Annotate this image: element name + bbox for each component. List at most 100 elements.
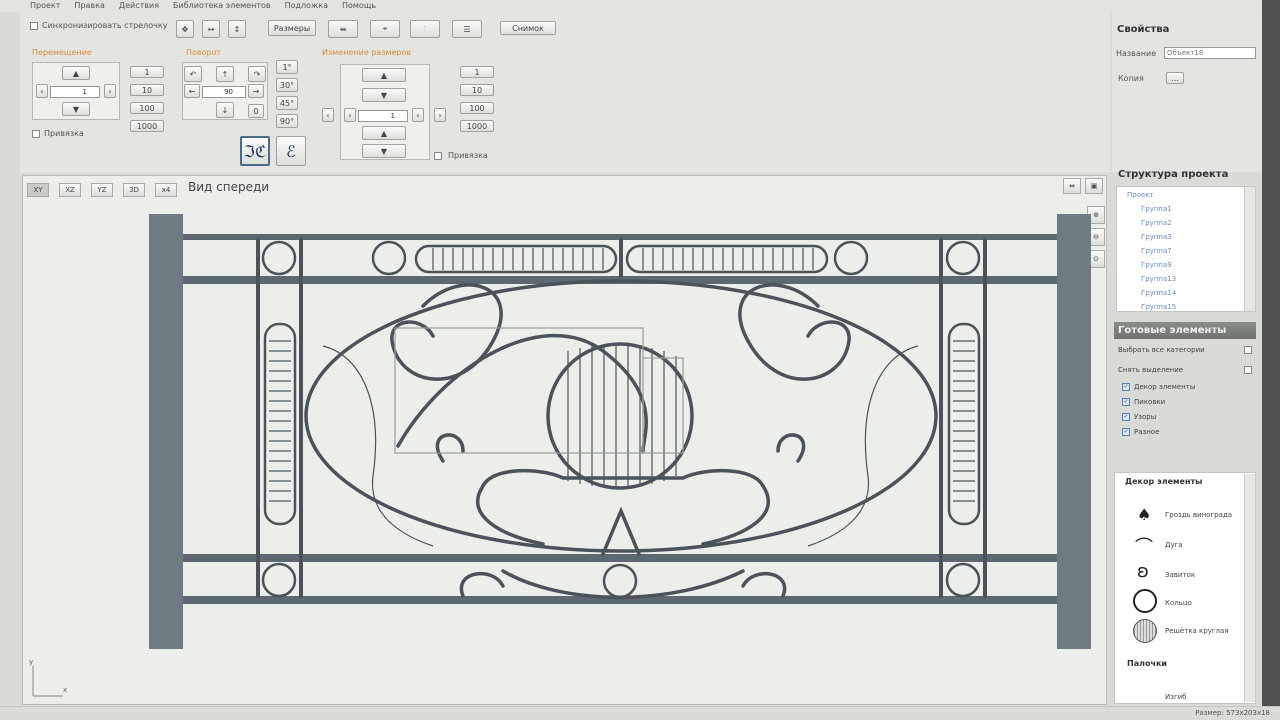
library-item-grape[interactable]: Гроздь винограда: [1165, 511, 1232, 519]
toolbar: Синхронизировать стрелочку ✥ ↔ ↕ Размеры…: [20, 12, 1110, 172]
align-icon[interactable]: ⌖: [370, 20, 400, 38]
tree-item[interactable]: Группа1: [1127, 202, 1255, 216]
grape-icon[interactable]: ♠: [1137, 505, 1151, 524]
move-snap-checkbox[interactable]: [32, 130, 40, 138]
resize-up-top-button[interactable]: ▲: [362, 68, 406, 82]
resize-step-100[interactable]: 100: [460, 102, 494, 114]
move-step-1[interactable]: 1: [130, 66, 164, 78]
menu-actions[interactable]: Действия: [119, 0, 159, 12]
move-step-input[interactable]: 1: [50, 86, 100, 98]
tree-item[interactable]: Группа7: [1127, 244, 1255, 258]
library-item-ring[interactable]: Кольцо: [1165, 599, 1192, 607]
copy-label: Копия: [1118, 74, 1144, 83]
clear-selection-label[interactable]: Снять выделение: [1118, 366, 1183, 374]
round-grate-icon[interactable]: [1133, 619, 1157, 643]
move-group-label: Перемещение: [32, 48, 92, 57]
ring-icon[interactable]: [1133, 589, 1157, 613]
tree-scrollbar[interactable]: [1244, 187, 1255, 311]
library-scrollbar[interactable]: [1244, 474, 1255, 702]
resize-up-bottom-button[interactable]: ▲: [362, 126, 406, 140]
move-step-1000[interactable]: 1000: [130, 120, 164, 132]
mirror-vertical-icon[interactable]: ℰ: [276, 136, 306, 166]
list-icon[interactable]: ☰: [452, 20, 482, 38]
move-step-100[interactable]: 100: [130, 102, 164, 114]
tree-item[interactable]: Группа14: [1127, 286, 1255, 300]
rotate-cw-icon[interactable]: ↷: [248, 66, 266, 82]
move-left-button[interactable]: ‹: [36, 84, 48, 98]
clear-selection-checkbox[interactable]: [1244, 366, 1252, 374]
angle-90-button[interactable]: 90°: [276, 114, 298, 128]
resize-step-1[interactable]: 1: [460, 66, 494, 78]
dimension-icon[interactable]: ⇹: [328, 20, 358, 38]
rotate-zero-button[interactable]: 0: [248, 104, 264, 118]
category-spikes[interactable]: ✓ Пиковки: [1122, 398, 1165, 406]
rotate-down-icon[interactable]: ↓: [216, 102, 234, 118]
rotate-left-icon[interactable]: ←: [184, 84, 200, 98]
tree-item[interactable]: Группа3: [1127, 230, 1255, 244]
arc-icon[interactable]: ⌒: [1135, 533, 1153, 559]
drawing-viewport[interactable]: XY XZ YZ 3D x4 Вид спереди ⇹ ▣ ⊕ ⊖ ⊙ y x: [22, 175, 1107, 705]
rotate-right-icon[interactable]: →: [248, 84, 264, 98]
project-tree[interactable]: Проект Группа1 Группа2 Группа3 Группа7 Г…: [1116, 186, 1256, 312]
resize-down-top-button[interactable]: ▼: [362, 88, 406, 102]
name-label: Название: [1116, 49, 1157, 58]
category-patterns[interactable]: ✓ Узоры: [1122, 413, 1156, 421]
menu-edit[interactable]: Правка: [74, 0, 104, 12]
library-item-arc[interactable]: Дуга: [1165, 541, 1183, 549]
category-decor[interactable]: ✓ Декор элементы: [1122, 383, 1195, 391]
name-field[interactable]: Объект18: [1164, 47, 1256, 59]
resize-group-label: Изменение размеров: [322, 48, 412, 57]
resize-left-inner-button[interactable]: ›: [344, 108, 356, 122]
vertical-tool-icon[interactable]: ↕: [228, 20, 246, 38]
category-label: Узоры: [1134, 413, 1157, 421]
rotate-angle-input[interactable]: 90: [202, 86, 246, 98]
angle-1-button[interactable]: 1°: [276, 60, 298, 74]
menu-underlay[interactable]: Подложка: [285, 0, 328, 12]
move-up-button[interactable]: ▲: [62, 66, 90, 80]
move-tool-icon[interactable]: ✥: [176, 20, 194, 38]
resize-down-bottom-button[interactable]: ▼: [362, 144, 406, 158]
resize-step-input[interactable]: 1: [358, 110, 408, 122]
tree-item[interactable]: Группа15: [1127, 300, 1255, 314]
library-section-sticks: Палочки: [1127, 659, 1167, 668]
move-step-10[interactable]: 10: [130, 84, 164, 96]
rotate-up-icon[interactable]: ↑: [216, 66, 234, 82]
copy-button[interactable]: ...: [1166, 72, 1184, 84]
scroll-icon[interactable]: ʚ: [1137, 561, 1149, 582]
distribute-icon[interactable]: ⫶: [410, 20, 440, 38]
menu-library[interactable]: Библиотека элементов: [173, 0, 271, 12]
snapshot-button[interactable]: Снимок: [500, 21, 556, 35]
resize-step-10[interactable]: 10: [460, 84, 494, 96]
menu-help[interactable]: Помощь: [342, 0, 376, 12]
tree-item[interactable]: Группа2: [1127, 216, 1255, 230]
angle-30-button[interactable]: 30°: [276, 78, 298, 92]
library-item-bend[interactable]: Изгиб: [1165, 693, 1187, 701]
tree-item[interactable]: Группа13: [1127, 272, 1255, 286]
mirror-horizontal-icon[interactable]: ℑℭ: [240, 136, 270, 166]
move-right-button[interactable]: ›: [104, 84, 116, 98]
library-item-round-grate[interactable]: Решётка круглая: [1165, 627, 1229, 635]
structure-title: Структура проекта: [1118, 169, 1229, 180]
status-size: Размер: 573x203x18: [1195, 709, 1270, 717]
select-all-checkbox[interactable]: [1244, 346, 1252, 354]
angle-45-button[interactable]: 45°: [276, 96, 298, 110]
rotate-ccw-icon[interactable]: ↶: [184, 66, 202, 82]
resize-left-outer-button[interactable]: ‹: [322, 108, 334, 122]
move-down-button[interactable]: ▼: [62, 102, 90, 116]
sync-checkbox[interactable]: [30, 22, 38, 30]
library-item-scroll[interactable]: Завиток: [1165, 571, 1195, 579]
tree-item[interactable]: Проект: [1127, 188, 1255, 202]
tree-item[interactable]: Группа9: [1127, 258, 1255, 272]
resize-snap-checkbox[interactable]: [434, 152, 442, 160]
horizontal-tool-icon[interactable]: ↔: [202, 20, 220, 38]
resize-step-1000[interactable]: 1000: [460, 120, 494, 132]
sizes-button[interactable]: Размеры: [268, 20, 316, 36]
menu-project[interactable]: Проект: [30, 0, 60, 12]
category-misc[interactable]: ✓ Разное: [1122, 428, 1159, 436]
resize-right-inner-button[interactable]: ‹: [412, 108, 424, 122]
ready-elements-header: Готовые элементы: [1114, 322, 1256, 339]
window-edge: [1262, 0, 1280, 720]
select-all-label[interactable]: Выбрать все категории: [1118, 346, 1205, 354]
menu-bar: Проект Правка Действия Библиотека элемен…: [0, 0, 1280, 12]
resize-right-outer-button[interactable]: ›: [434, 108, 446, 122]
